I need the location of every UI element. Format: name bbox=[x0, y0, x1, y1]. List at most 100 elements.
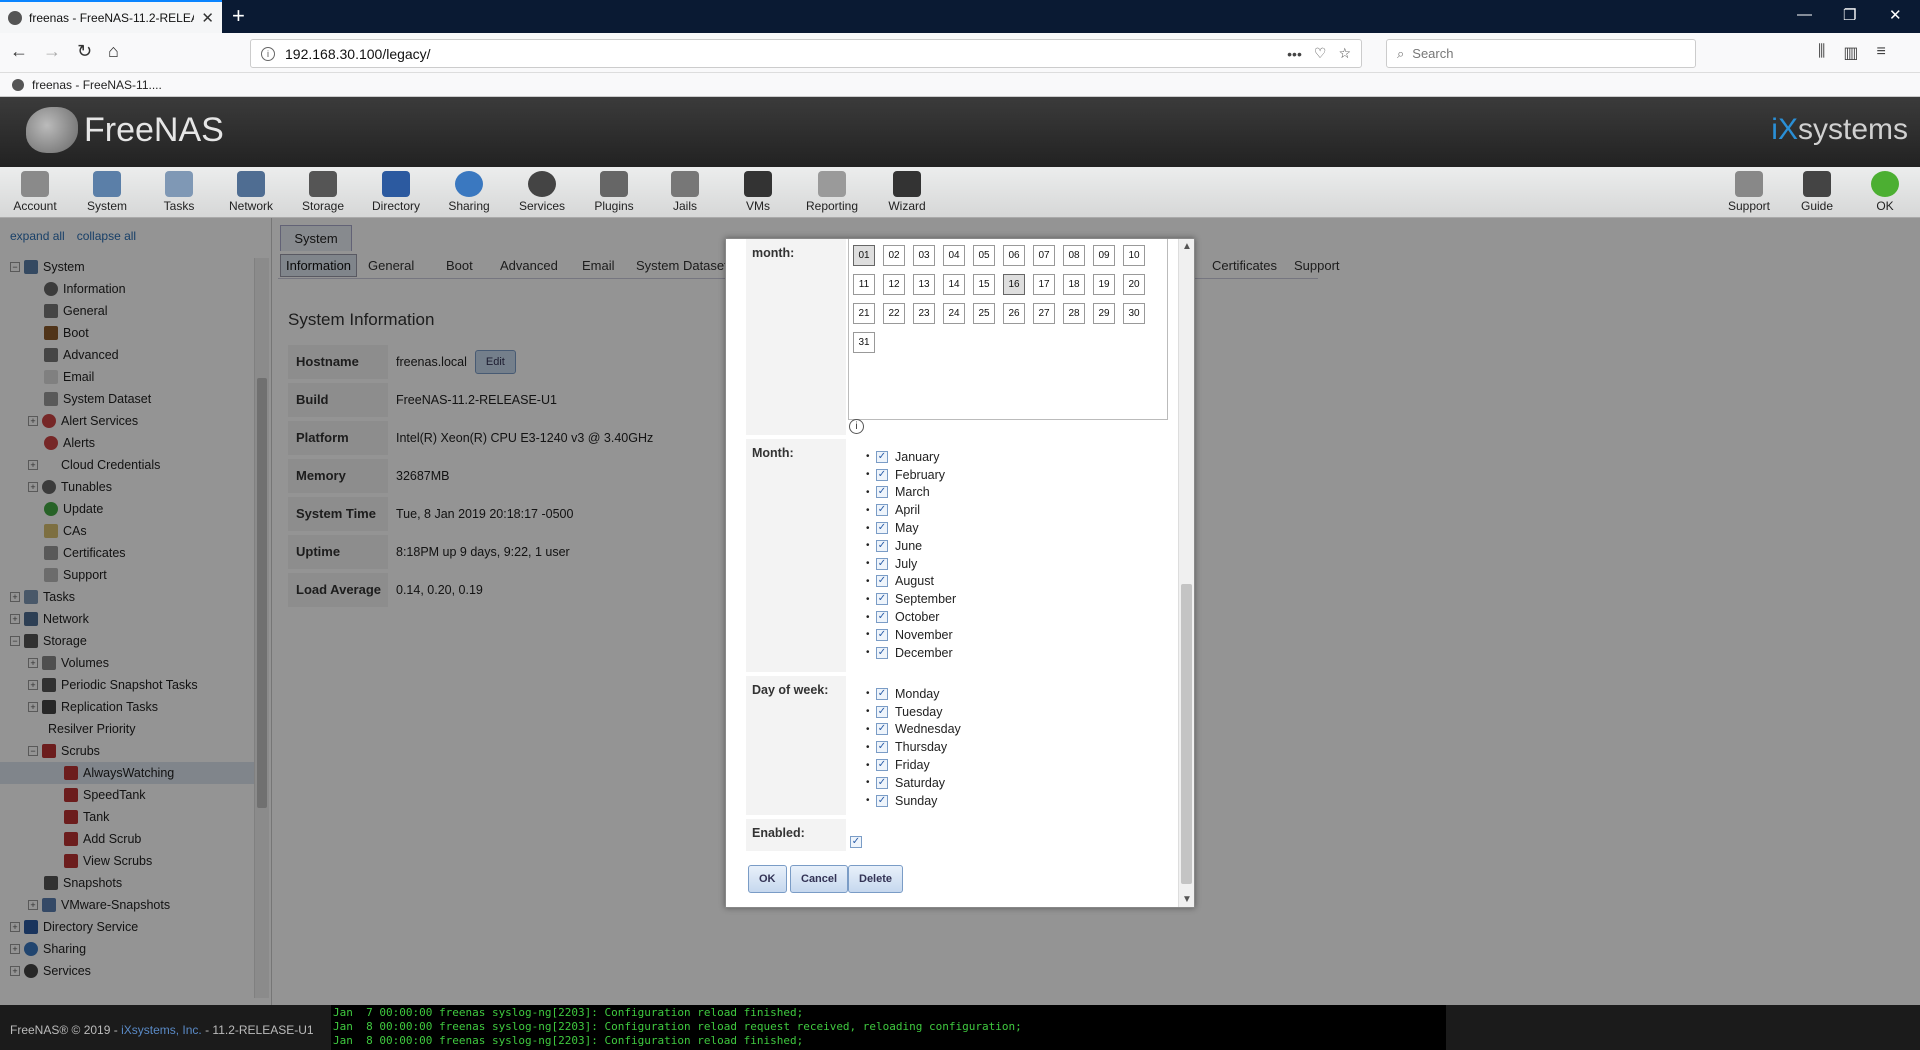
weekday-item-saturday[interactable]: • ✓ Saturday bbox=[866, 774, 961, 792]
url-text[interactable]: 192.168.30.100/legacy/ bbox=[285, 46, 1275, 62]
weekday-item-thursday[interactable]: • ✓ Thursday bbox=[866, 738, 961, 756]
day-cell-16[interactable]: 16 bbox=[1003, 274, 1025, 295]
enabled-checkbox[interactable]: ✓ bbox=[850, 836, 862, 848]
month-item-april[interactable]: • ✓ April bbox=[866, 501, 956, 519]
checkbox-checked-icon[interactable]: ✓ bbox=[876, 723, 888, 736]
sidebar-icon[interactable]: ▥ bbox=[1843, 43, 1858, 63]
day-cell-10[interactable]: 10 bbox=[1123, 245, 1145, 266]
day-cell-31[interactable]: 31 bbox=[853, 332, 875, 353]
day-cell-20[interactable]: 20 bbox=[1123, 274, 1145, 295]
month-item-november[interactable]: • ✓ November bbox=[866, 626, 956, 644]
toolbar-reporting[interactable]: Reporting bbox=[797, 171, 867, 213]
restore-icon[interactable]: ❐ bbox=[1843, 6, 1856, 24]
day-cell-24[interactable]: 24 bbox=[943, 303, 965, 324]
site-info-icon[interactable]: i bbox=[261, 46, 275, 61]
day-cell-19[interactable]: 19 bbox=[1093, 274, 1115, 295]
day-cell-04[interactable]: 04 bbox=[943, 245, 965, 266]
day-cell-18[interactable]: 18 bbox=[1063, 274, 1085, 295]
toolbar-alert-ok[interactable]: OK bbox=[1850, 171, 1920, 213]
checkbox-checked-icon[interactable]: ✓ bbox=[876, 628, 888, 641]
window-close-icon[interactable]: ✕ bbox=[1889, 6, 1902, 24]
checkbox-checked-icon[interactable]: ✓ bbox=[876, 593, 888, 606]
menu-icon[interactable]: ≡ bbox=[1877, 43, 1886, 63]
day-cell-14[interactable]: 14 bbox=[943, 274, 965, 295]
bookmark-item[interactable]: freenas - FreeNAS-11.... bbox=[32, 78, 162, 92]
home-icon[interactable]: ⌂ bbox=[108, 41, 119, 62]
day-cell-03[interactable]: 03 bbox=[913, 245, 935, 266]
day-cell-28[interactable]: 28 bbox=[1063, 303, 1085, 324]
month-item-may[interactable]: • ✓ May bbox=[866, 519, 956, 537]
reload-icon[interactable]: ↻ bbox=[77, 41, 92, 62]
month-item-december[interactable]: • ✓ December bbox=[866, 644, 956, 662]
month-item-august[interactable]: • ✓ August bbox=[866, 573, 956, 591]
forward-icon[interactable]: → bbox=[43, 41, 61, 62]
checkbox-checked-icon[interactable]: ✓ bbox=[876, 504, 888, 517]
checkbox-checked-icon[interactable]: ✓ bbox=[876, 486, 888, 499]
checkbox-checked-icon[interactable]: ✓ bbox=[876, 687, 888, 700]
checkbox-checked-icon[interactable]: ✓ bbox=[876, 759, 888, 772]
tab-close-icon[interactable]: ✕ bbox=[201, 9, 214, 27]
library-icon[interactable]: ⫼ bbox=[1818, 43, 1825, 63]
day-cell-27[interactable]: 27 bbox=[1033, 303, 1055, 324]
day-cell-07[interactable]: 07 bbox=[1033, 245, 1055, 266]
day-cell-13[interactable]: 13 bbox=[913, 274, 935, 295]
weekday-item-wednesday[interactable]: • ✓ Wednesday bbox=[866, 721, 961, 739]
toolbar-plugins[interactable]: Plugins bbox=[579, 171, 649, 213]
day-cell-26[interactable]: 26 bbox=[1003, 303, 1025, 324]
day-cell-08[interactable]: 08 bbox=[1063, 245, 1085, 266]
weekday-item-sunday[interactable]: • ✓ Sunday bbox=[866, 792, 961, 810]
scroll-down-icon[interactable]: ▼ bbox=[1182, 894, 1192, 905]
month-item-july[interactable]: • ✓ July bbox=[866, 555, 956, 573]
checkbox-checked-icon[interactable]: ✓ bbox=[876, 705, 888, 718]
day-cell-11[interactable]: 11 bbox=[853, 274, 875, 295]
day-cell-05[interactable]: 05 bbox=[973, 245, 995, 266]
back-icon[interactable]: ← bbox=[10, 41, 28, 62]
day-cell-09[interactable]: 09 bbox=[1093, 245, 1115, 266]
page-actions-icon[interactable]: ••• bbox=[1287, 46, 1302, 62]
month-item-january[interactable]: • ✓ January bbox=[866, 448, 956, 466]
checkbox-checked-icon[interactable]: ✓ bbox=[876, 611, 888, 624]
checkbox-checked-icon[interactable]: ✓ bbox=[876, 776, 888, 789]
new-tab-icon[interactable]: + bbox=[232, 4, 245, 28]
help-info-icon[interactable]: i bbox=[849, 419, 864, 434]
month-item-september[interactable]: • ✓ September bbox=[866, 590, 956, 608]
toolbar-system[interactable]: System bbox=[72, 171, 142, 213]
toolbar-services[interactable]: Services bbox=[507, 171, 577, 213]
toolbar-tasks[interactable]: Tasks bbox=[144, 171, 214, 213]
day-cell-12[interactable]: 12 bbox=[883, 274, 905, 295]
checkbox-checked-icon[interactable]: ✓ bbox=[876, 741, 888, 754]
toolbar-jails[interactable]: Jails bbox=[650, 171, 720, 213]
checkbox-checked-icon[interactable]: ✓ bbox=[876, 794, 888, 807]
day-cell-01[interactable]: 01 bbox=[853, 245, 875, 266]
minimize-icon[interactable]: — bbox=[1797, 6, 1812, 23]
url-bar[interactable]: i 192.168.30.100/legacy/ ••• ♡ ☆ bbox=[250, 39, 1362, 68]
toolbar-support[interactable]: Support bbox=[1714, 171, 1784, 213]
freenas-logo[interactable]: FreeNAS bbox=[26, 107, 224, 153]
month-item-march[interactable]: • ✓ March bbox=[866, 484, 956, 502]
day-cell-25[interactable]: 25 bbox=[973, 303, 995, 324]
toolbar-directory[interactable]: Directory bbox=[361, 171, 431, 213]
weekday-item-tuesday[interactable]: • ✓ Tuesday bbox=[866, 703, 961, 721]
day-cell-29[interactable]: 29 bbox=[1093, 303, 1115, 324]
delete-button[interactable]: Delete bbox=[848, 865, 904, 893]
month-item-june[interactable]: • ✓ June bbox=[866, 537, 956, 555]
dialog-scroll-thumb[interactable] bbox=[1181, 584, 1192, 884]
toolbar-guide[interactable]: Guide bbox=[1782, 171, 1852, 213]
search-input[interactable]: ⌕ Search bbox=[1386, 39, 1696, 68]
day-cell-02[interactable]: 02 bbox=[883, 245, 905, 266]
checkbox-checked-icon[interactable]: ✓ bbox=[876, 539, 888, 552]
dialog-scrollbar[interactable]: ▲ ▼ bbox=[1178, 239, 1194, 907]
toolbar-wizard[interactable]: Wizard bbox=[872, 171, 942, 213]
ok-button[interactable]: OK bbox=[748, 865, 787, 893]
month-item-october[interactable]: • ✓ October bbox=[866, 608, 956, 626]
toolbar-storage[interactable]: Storage bbox=[288, 171, 358, 213]
checkbox-checked-icon[interactable]: ✓ bbox=[876, 575, 888, 588]
toolbar-network[interactable]: Network bbox=[216, 171, 286, 213]
weekday-item-friday[interactable]: • ✓ Friday bbox=[866, 756, 961, 774]
day-cell-15[interactable]: 15 bbox=[973, 274, 995, 295]
cancel-button[interactable]: Cancel bbox=[790, 865, 849, 893]
day-cell-17[interactable]: 17 bbox=[1033, 274, 1055, 295]
bookmark-star-icon[interactable]: ☆ bbox=[1338, 45, 1351, 62]
browser-tab[interactable]: freenas - FreeNAS-11.2-RELEAS ✕ bbox=[0, 0, 222, 33]
ixsystems-link[interactable]: iXsystems, Inc. bbox=[121, 1023, 202, 1037]
